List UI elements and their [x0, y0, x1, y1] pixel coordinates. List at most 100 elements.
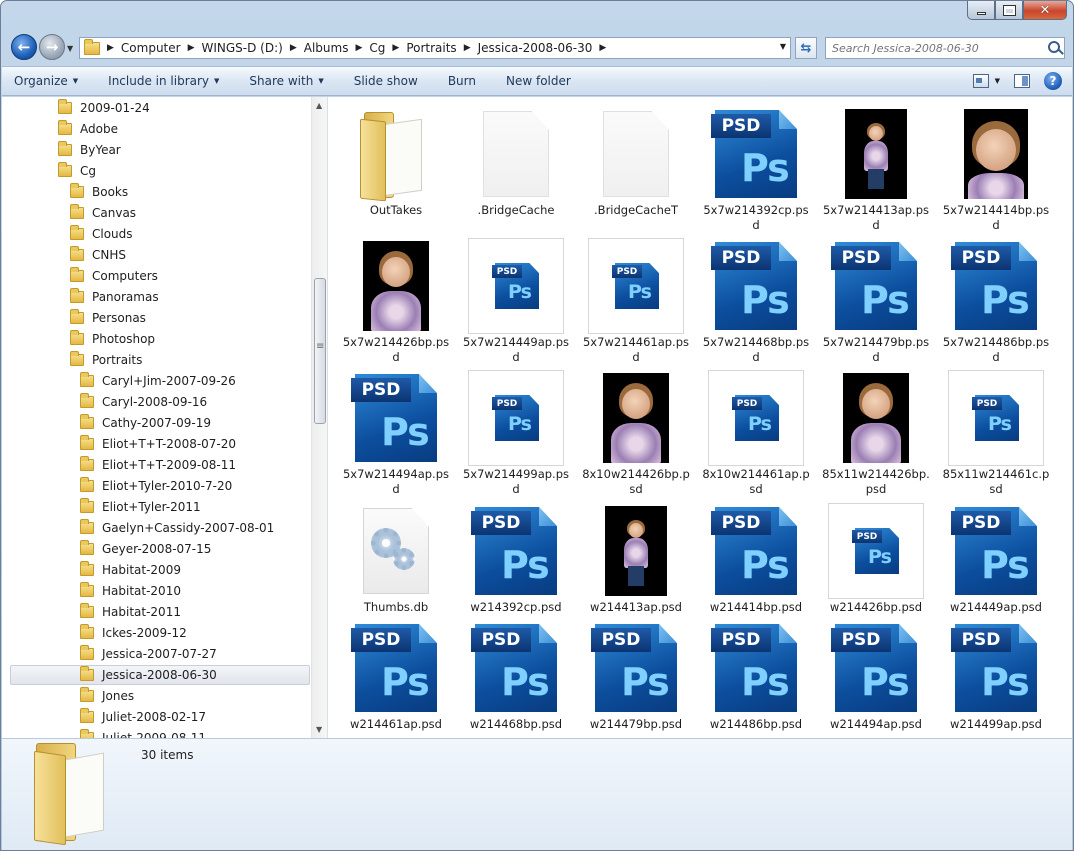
breadcrumb-current[interactable]: Jessica-2008-06-30	[478, 41, 593, 55]
breadcrumb-computer[interactable]: Computer	[121, 41, 181, 55]
file-item[interactable]: PSD Ps w214461ap.psd	[336, 620, 456, 738]
tree-item[interactable]: Ickes-2009-12	[80, 623, 187, 643]
tree-item[interactable]: ByYear	[58, 140, 121, 160]
chevron-right-icon[interactable]: ▶	[107, 43, 114, 53]
tree-item[interactable]: Portraits	[70, 350, 142, 370]
tree-item[interactable]: Geyer-2008-07-15	[80, 539, 211, 559]
file-item[interactable]: PSD Ps w214499ap.psd	[936, 620, 1056, 738]
burn-button[interactable]: Burn	[448, 74, 476, 88]
file-item[interactable]: PSD Ps 5x7w214468bp.psd	[696, 238, 816, 366]
file-item[interactable]: PSD Ps w214494ap.psd	[816, 620, 936, 738]
chevron-right-icon[interactable]: ▶	[599, 43, 606, 53]
chevron-right-icon[interactable]: ▶	[464, 43, 471, 53]
forward-button[interactable]: →	[39, 34, 65, 60]
tree-item[interactable]: Habitat-2010	[80, 581, 181, 601]
minimize-button[interactable]	[967, 1, 995, 20]
tree-item[interactable]: Juliet-2009-08-11	[80, 728, 206, 738]
file-item[interactable]: 8x10w214426bp.psd	[576, 370, 696, 498]
tree-item[interactable]: Caryl-2008-09-16	[80, 392, 207, 412]
tree-item[interactable]: Cg	[58, 161, 96, 181]
refresh-button[interactable]: ⇆	[795, 37, 817, 59]
tree-item[interactable]: Habitat-2009	[80, 560, 181, 580]
breadcrumb-portraits[interactable]: Portraits	[406, 41, 456, 55]
file-item[interactable]: PSD Ps 5x7w214479bp.psd	[816, 238, 936, 366]
file-item[interactable]: PSD Ps w214392cp.psd	[456, 503, 576, 631]
file-item[interactable]: PSD Ps 5x7w214461ap.psd	[576, 238, 696, 366]
preview-pane-icon[interactable]	[1014, 74, 1030, 88]
chevron-right-icon[interactable]: ▶	[392, 43, 399, 53]
file-item[interactable]: PSD Ps w214468bp.psd	[456, 620, 576, 738]
search-icon[interactable]	[1048, 41, 1060, 53]
address-dropdown[interactable]: ▼	[780, 42, 786, 51]
caret-down-icon[interactable]: ▼	[995, 77, 1000, 85]
breadcrumb-cg[interactable]: Cg	[369, 41, 385, 55]
tree-item[interactable]: Jessica-2007-07-27	[80, 644, 217, 664]
tree-item[interactable]: Personas	[70, 308, 146, 328]
file-item[interactable]: PSD Ps w214449ap.psd	[936, 503, 1056, 631]
navigation-scrollbar[interactable]: ▲ ▼	[311, 97, 327, 738]
tree-item[interactable]: Eliot+T+T-2009-08-11	[80, 455, 236, 475]
tree-item[interactable]: Jones	[80, 686, 134, 706]
scrollbar-thumb[interactable]	[314, 278, 326, 424]
tree-item[interactable]: Photoshop	[70, 329, 155, 349]
tree-item-selected[interactable]: Jessica-2008-06-30	[10, 665, 310, 685]
tree-item[interactable]: Panoramas	[70, 287, 159, 307]
file-item[interactable]: PSD Ps 8x10w214461ap.psd	[696, 370, 816, 498]
file-item[interactable]: PSD Ps 5x7w214494ap.psd	[336, 370, 456, 498]
chevron-right-icon[interactable]: ▶	[188, 43, 195, 53]
tree-item[interactable]: Eliot+Tyler-2011	[80, 497, 201, 517]
tree-item[interactable]: Eliot+Tyler-2010-7-20	[80, 476, 232, 496]
tree-item[interactable]: 2009-01-24	[58, 98, 150, 118]
file-item[interactable]: PSD Ps 5x7w214449ap.psd	[456, 238, 576, 366]
include-in-library-button[interactable]: Include in library ▼	[108, 74, 219, 88]
slide-show-button[interactable]: Slide show	[354, 74, 418, 88]
chevron-right-icon[interactable]: ▶	[290, 43, 297, 53]
help-icon[interactable]: ?	[1044, 72, 1062, 90]
tree-item[interactable]: Caryl+Jim-2007-09-26	[80, 371, 236, 391]
close-button[interactable]: ✕	[1023, 1, 1067, 20]
maximize-button[interactable]	[995, 1, 1023, 20]
file-item[interactable]: PSD Ps w214426bp.psd	[816, 503, 936, 631]
breadcrumb-albums[interactable]: Albums	[304, 41, 349, 55]
file-item[interactable]: .BridgeCacheT	[576, 106, 696, 234]
search-box[interactable]	[825, 37, 1065, 59]
tree-item[interactable]: Canvas	[70, 203, 136, 223]
share-with-button[interactable]: Share with ▼	[249, 74, 323, 88]
back-button[interactable]: ←	[11, 34, 37, 60]
file-item[interactable]: PSD Ps w214479bp.psd	[576, 620, 696, 738]
breadcrumb-drive[interactable]: WINGS-D (D:)	[202, 41, 283, 55]
file-item[interactable]: 5x7w214413ap.psd	[816, 106, 936, 234]
tree-item[interactable]: Adobe	[58, 119, 118, 139]
file-item[interactable]: PSD Ps 85x11w214461c.psd	[936, 370, 1056, 498]
address-bar[interactable]: ▶ Computer ▶ WINGS-D (D:) ▶ Albums ▶ Cg …	[79, 37, 791, 59]
tree-item[interactable]: CNHS	[70, 245, 126, 265]
file-item[interactable]: PSD Ps 5x7w214499ap.psd	[456, 370, 576, 498]
file-item[interactable]: PSD Ps w214414bp.psd	[696, 503, 816, 631]
change-view-icon[interactable]	[972, 74, 989, 88]
file-item[interactable]: 5x7w214426bp.psd	[336, 238, 456, 366]
file-item[interactable]: PSD Ps w214486bp.psd	[696, 620, 816, 738]
tree-item[interactable]: Books	[70, 182, 128, 202]
tree-item[interactable]: Habitat-2011	[80, 602, 181, 622]
chevron-right-icon[interactable]: ▶	[355, 43, 362, 53]
file-item[interactable]: Thumbs.db	[336, 503, 456, 631]
tree-item[interactable]: Eliot+T+T-2008-07-20	[80, 434, 236, 454]
scroll-up-icon[interactable]: ▲	[316, 101, 322, 110]
tree-item[interactable]: Cathy-2007-09-19	[80, 413, 211, 433]
search-input[interactable]	[832, 41, 1040, 55]
tree-item[interactable]: Computers	[70, 266, 158, 286]
file-item[interactable]: 5x7w214414bp.psd	[936, 106, 1056, 234]
file-item[interactable]: 85x11w214426bp.psd	[816, 370, 936, 498]
new-folder-button[interactable]: New folder	[506, 74, 571, 88]
tree-item[interactable]: Juliet-2008-02-17	[80, 707, 206, 727]
scroll-down-icon[interactable]: ▼	[316, 725, 322, 734]
file-item[interactable]: .BridgeCache	[456, 106, 576, 234]
file-item[interactable]: w214413ap.psd	[576, 503, 696, 631]
recent-pages-dropdown[interactable]: ▼	[67, 44, 73, 53]
organize-button[interactable]: Organize ▼	[14, 74, 78, 88]
tree-item[interactable]: Clouds	[70, 224, 133, 244]
file-item[interactable]: PSD Ps 5x7w214392cp.psd	[696, 106, 816, 234]
tree-item[interactable]: Gaelyn+Cassidy-2007-08-01	[80, 518, 274, 538]
file-item[interactable]: PSD Ps 5x7w214486bp.psd	[936, 238, 1056, 366]
file-item[interactable]: OutTakes	[336, 106, 456, 234]
